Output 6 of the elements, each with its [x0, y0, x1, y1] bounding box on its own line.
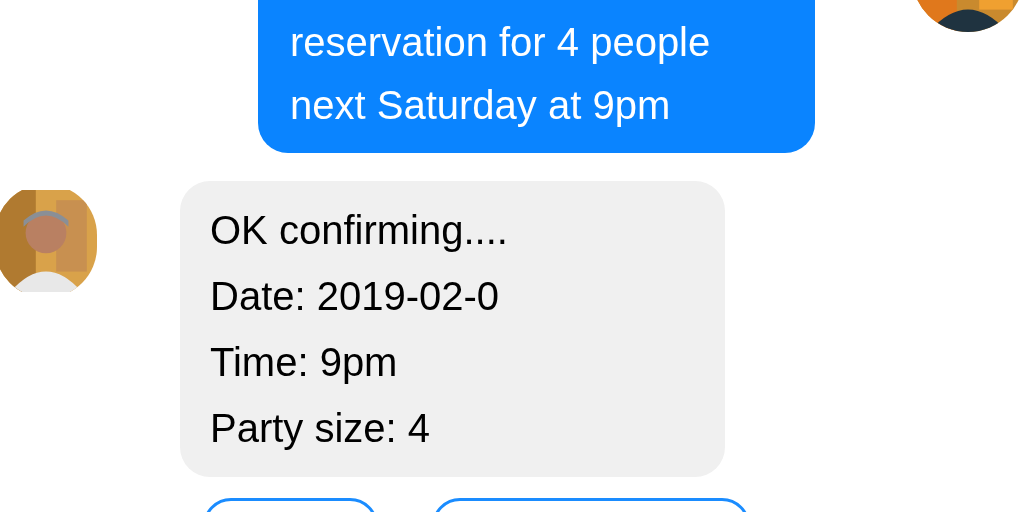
message-text: Party size: 4 — [210, 405, 431, 452]
message-text: Date: 2019-02-0 — [210, 273, 500, 320]
message-text: next Saturday at 9pm — [290, 82, 671, 129]
message-text: OK confirming.... — [210, 207, 508, 254]
message-text: Time: 9pm — [210, 339, 398, 386]
message-text: reservation for 4 people — [290, 19, 711, 66]
